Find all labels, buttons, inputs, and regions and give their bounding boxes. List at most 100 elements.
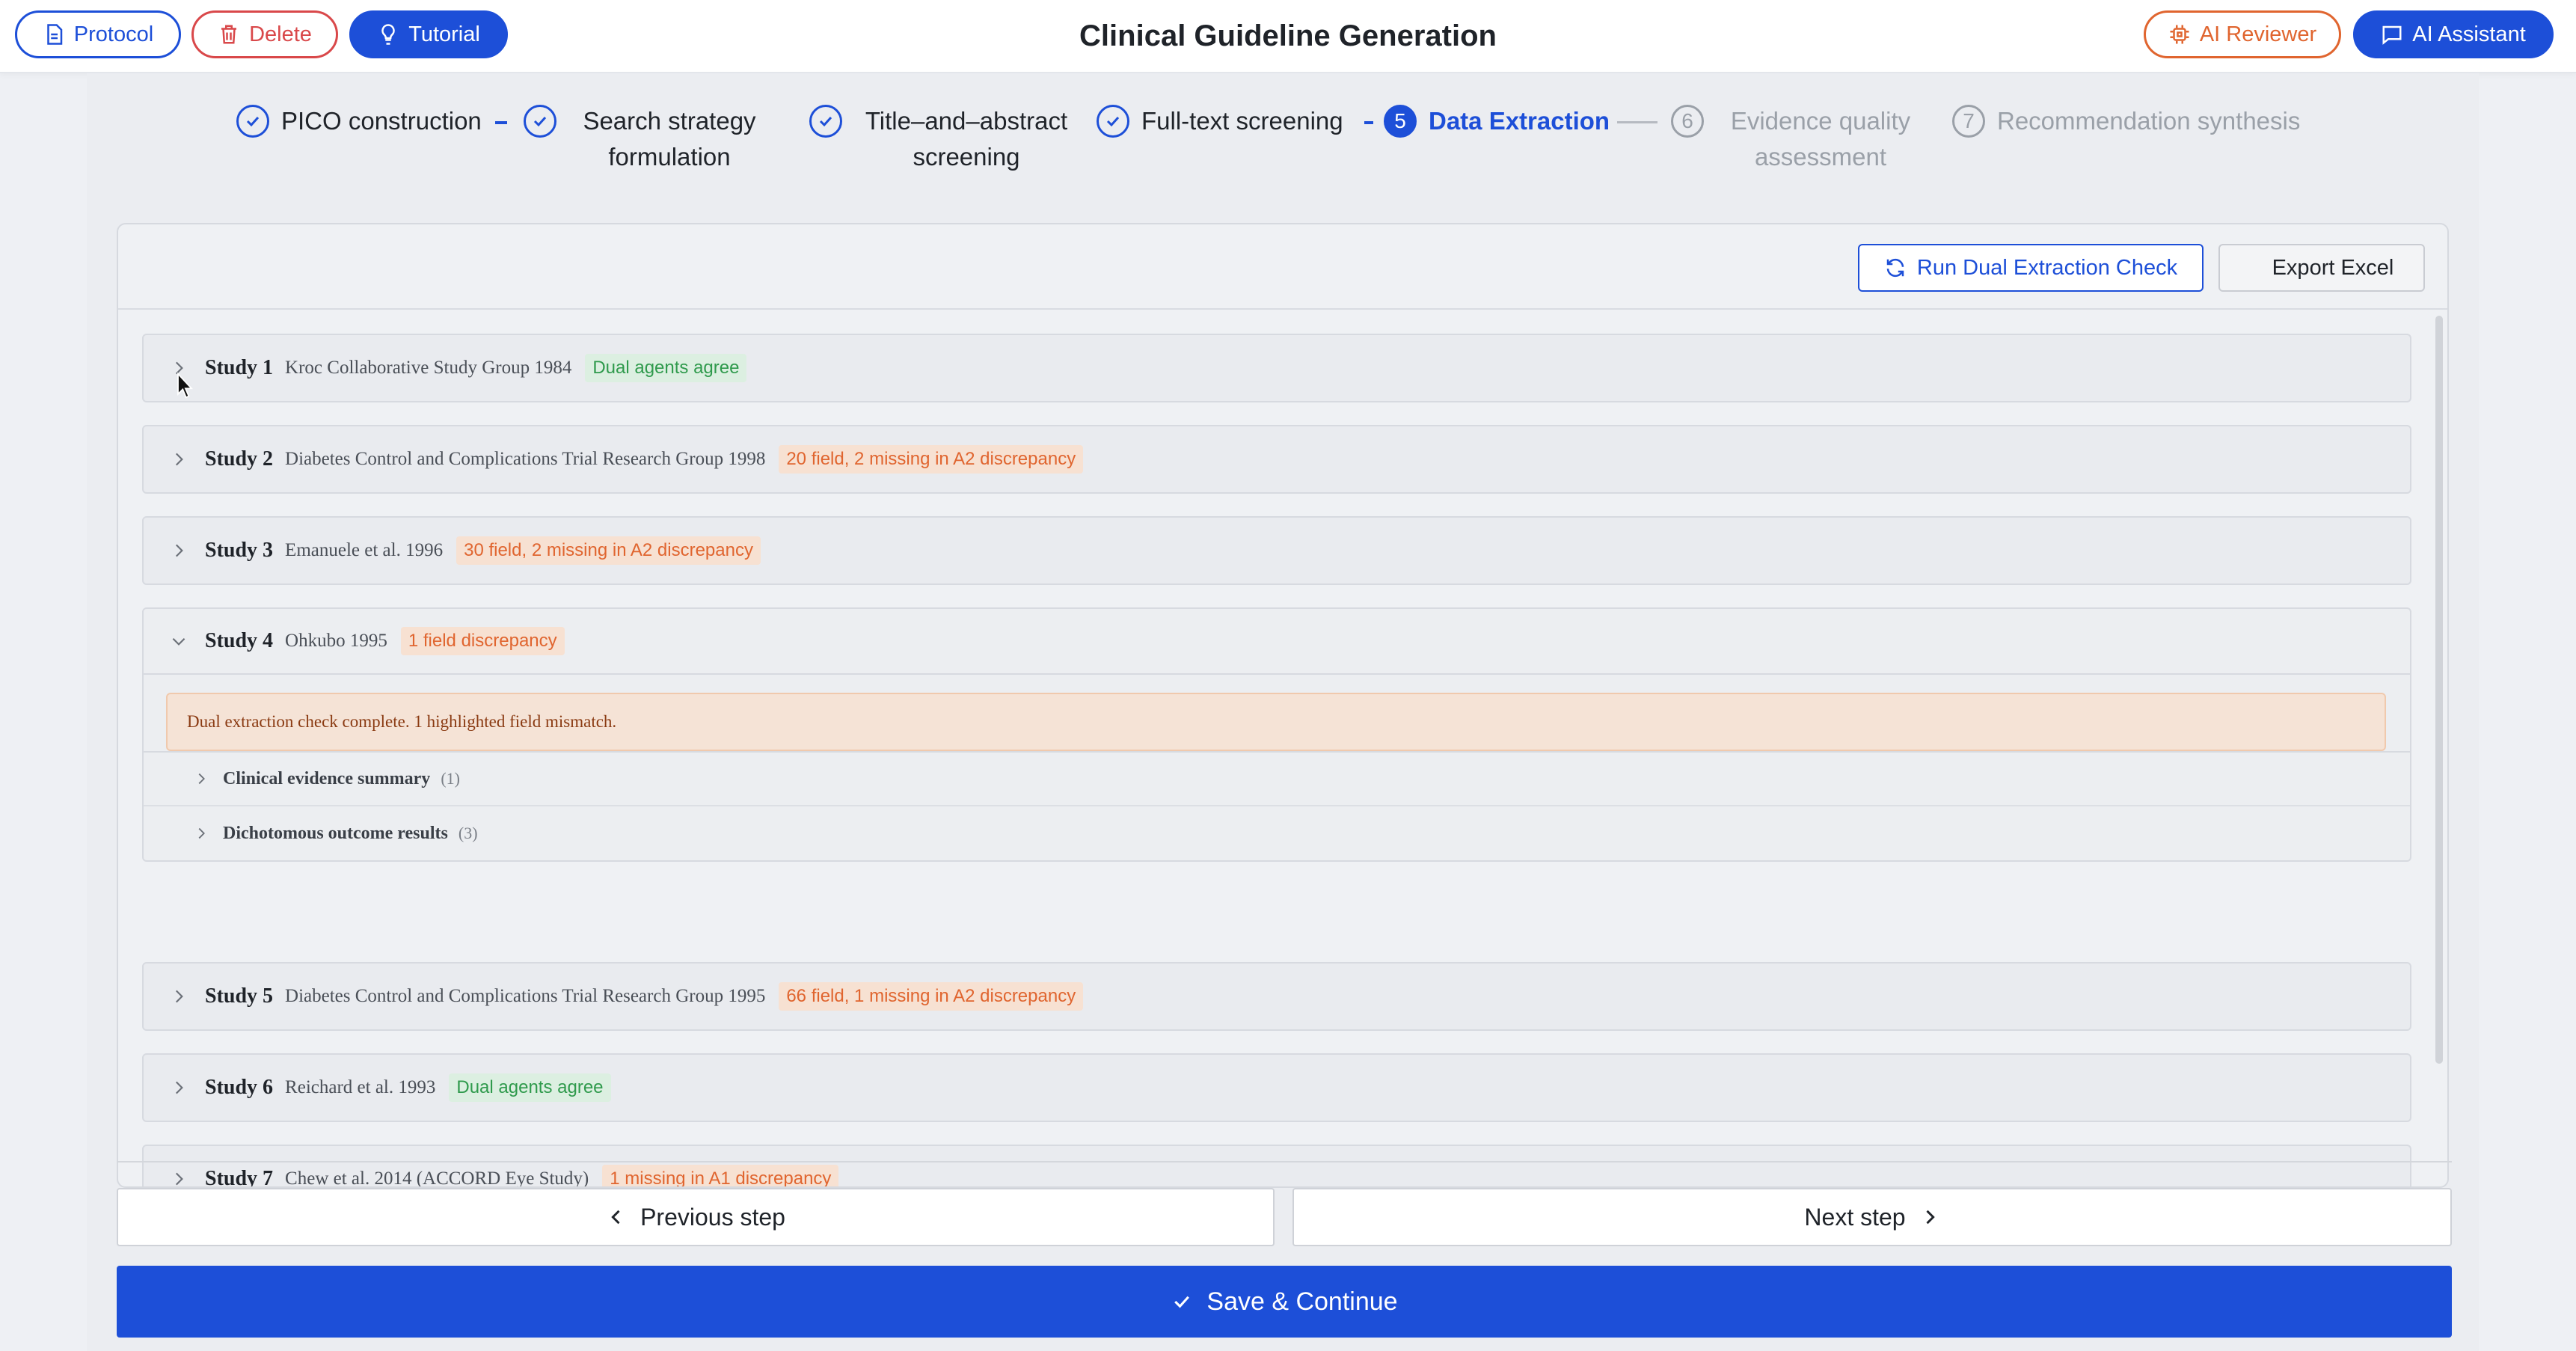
step-connector [1364, 121, 1373, 124]
card-toolbar: Run Dual Extraction Check Export Excel [118, 224, 2447, 310]
export-excel-button[interactable]: Export Excel [2218, 244, 2425, 292]
section-title: Dichotomous outcome results [223, 823, 448, 843]
chevron-right-icon[interactable] [193, 771, 209, 787]
status-badge: 1 field discrepancy [400, 627, 565, 655]
chevron-right-icon[interactable] [169, 450, 188, 469]
chevron-right-icon [1926, 1210, 1935, 1225]
page-title: Clinical Guideline Generation [1079, 19, 1497, 52]
check-icon [236, 105, 269, 138]
protocol-button[interactable]: Protocol [15, 10, 181, 58]
chevron-right-icon[interactable] [169, 1169, 188, 1188]
step-label: Search strategy formulation [583, 107, 756, 171]
study-header[interactable]: Study 5 Diabetes Control and Complicatio… [144, 964, 2410, 1029]
step-pico[interactable]: PICO construction [236, 103, 482, 139]
study-item[interactable]: Study 7 Chew et al. 2014 (ACCORD Eye Stu… [142, 1145, 2411, 1188]
study-name: Study 1 [205, 356, 274, 379]
section-count: (1) [441, 769, 460, 788]
step-label: Title–and–abstract screening [865, 107, 1068, 171]
check-icon [1097, 105, 1129, 138]
run-dual-extraction-check-button[interactable]: Run Dual Extraction Check [1858, 244, 2204, 292]
study-name: Study 5 [205, 984, 274, 1008]
study-item[interactable]: Study 3 Emanuele et al. 1996 30 field, 2… [142, 516, 2411, 585]
section-count: (3) [458, 824, 478, 842]
run-check-label: Run Dual Extraction Check [1916, 255, 2178, 280]
top-bar: Protocol Delete Tutorial Clinical Guidel… [0, 0, 2576, 73]
tutorial-label: Tutorial [408, 22, 480, 46]
study-header[interactable]: Study 4 Ohkubo 1995 1 field discrepancy [144, 609, 2410, 675]
previous-step-button[interactable]: Previous step [117, 1188, 1275, 1246]
step-title-abstract[interactable]: Title–and–abstract screening [809, 103, 1079, 175]
section-clinical-evidence[interactable]: Clinical evidence summary (1) [144, 753, 2410, 806]
step-number-icon: 5 [1384, 105, 1417, 138]
protocol-label: Protocol [73, 22, 154, 46]
status-badge: 66 field, 1 missing in A2 discrepancy [779, 982, 1084, 1011]
export-excel-label: Export Excel [2272, 255, 2394, 280]
step-recommendation[interactable]: 7 Recommendation synthesis [1952, 103, 2300, 139]
scrollbar[interactable] [2435, 316, 2443, 1064]
main-panel: PICO construction Search strategy formul… [87, 73, 2479, 1351]
step-search-strategy[interactable]: Search strategy formulation [524, 103, 770, 175]
section-dichotomous-outcomes[interactable]: Dichotomous outcome results (3) [144, 806, 2410, 860]
next-step-button[interactable]: Next step [1292, 1188, 2452, 1246]
ai-reviewer-label: AI Reviewer [2199, 22, 2317, 46]
study-author: Reichard et al. 1993 [285, 1077, 436, 1097]
divider [117, 1161, 2452, 1162]
chevron-right-icon[interactable] [169, 987, 188, 1006]
step-label: PICO construction [281, 107, 482, 135]
study-author: Emanuele et al. 1996 [285, 540, 444, 560]
tutorial-button[interactable]: Tutorial [349, 10, 508, 58]
save-continue-label: Save & Continue [1206, 1287, 1398, 1316]
study-item[interactable]: Study 6 Reichard et al. 1993 Dual agents… [142, 1053, 2411, 1122]
study-name: Study 4 [205, 629, 274, 652]
step-full-text[interactable]: Full-text screening [1097, 103, 1343, 139]
ai-assistant-label: AI Assistant [2412, 22, 2526, 46]
section-title: Clinical evidence summary [223, 768, 431, 788]
study-header[interactable]: Study 3 Emanuele et al. 1996 30 field, 2… [144, 518, 2410, 583]
step-evidence-quality[interactable]: 6 Evidence quality assessment [1671, 103, 1925, 175]
step-number-icon: 6 [1671, 105, 1704, 138]
lightbulb-icon [381, 24, 395, 45]
step-label: Evidence quality assessment [1730, 107, 1911, 171]
progress-stepper: PICO construction Search strategy formul… [87, 73, 2479, 223]
study-item[interactable]: Study 1 Kroc Collaborative Study Group 1… [142, 334, 2411, 402]
study-item[interactable]: Study 2 Diabetes Control and Complicatio… [142, 425, 2411, 494]
study-author: Ohkubo 1995 [285, 631, 387, 651]
ai-assistant-button[interactable]: AI Assistant [2353, 10, 2554, 58]
study-name: Study 2 [205, 447, 274, 471]
chevron-right-icon[interactable] [169, 541, 188, 560]
delete-label: Delete [249, 22, 312, 46]
study-name: Study 7 [205, 1167, 274, 1188]
chevron-right-icon[interactable] [193, 825, 209, 842]
study-name: Study 3 [205, 539, 274, 562]
study-item-expanded[interactable]: Study 4 Ohkubo 1995 1 field discrepancy … [142, 607, 2411, 862]
step-connector [495, 121, 507, 124]
delete-button[interactable]: Delete [191, 10, 338, 58]
chevron-left-icon [611, 1210, 620, 1225]
ai-reviewer-button[interactable]: AI Reviewer [2144, 10, 2341, 58]
next-step-label: Next step [1804, 1203, 1906, 1231]
status-badge: 20 field, 2 missing in A2 discrepancy [779, 445, 1084, 474]
previous-step-label: Previous step [640, 1203, 785, 1231]
study-author: Chew et al. 2014 (ACCORD Eye Study) [285, 1168, 589, 1188]
study-header[interactable]: Study 6 Reichard et al. 1993 Dual agents… [144, 1055, 2410, 1121]
status-badge: 30 field, 2 missing in A2 discrepancy [456, 536, 761, 565]
document-icon [47, 24, 63, 45]
study-header[interactable]: Study 2 Diabetes Control and Complicatio… [144, 426, 2410, 492]
study-header[interactable]: Study 1 Kroc Collaborative Study Group 1… [144, 335, 2410, 401]
save-continue-button[interactable]: Save & Continue [117, 1266, 2452, 1338]
chevron-right-icon[interactable] [169, 1078, 188, 1097]
study-list: Study 1 Kroc Collaborative Study Group 1… [118, 310, 2447, 1188]
step-data-extraction[interactable]: 5 Data Extraction [1384, 103, 1610, 139]
study-author: Kroc Collaborative Study Group 1984 [285, 358, 572, 378]
mouse-cursor-icon [177, 373, 193, 399]
status-badge: Dual agents agree [449, 1073, 611, 1102]
study-header[interactable]: Study 7 Chew et al. 2014 (ACCORD Eye Stu… [144, 1146, 2410, 1188]
step-number-icon: 7 [1952, 105, 1985, 138]
chevron-down-icon[interactable] [169, 631, 188, 651]
trash-icon [221, 25, 237, 44]
study-author: Diabetes Control and Complications Trial… [285, 449, 766, 469]
study-item[interactable]: Study 5 Diabetes Control and Complicatio… [142, 962, 2411, 1031]
extraction-card: Run Dual Extraction Check Export Excel S… [117, 223, 2449, 1188]
study-author: Diabetes Control and Complications Trial… [285, 986, 766, 1006]
refresh-icon [1886, 258, 1904, 278]
